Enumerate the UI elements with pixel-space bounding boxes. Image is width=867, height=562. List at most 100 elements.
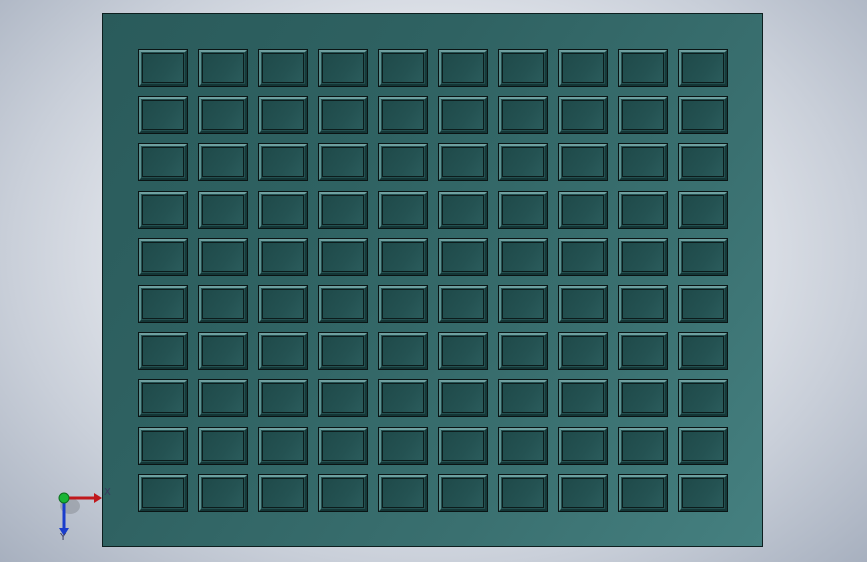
pocket-cutout[interactable] [438,238,488,276]
pocket-cutout[interactable] [678,143,728,181]
pocket-cutout[interactable] [678,474,728,512]
pocket-cutout[interactable] [198,332,248,370]
pocket-cutout[interactable] [678,427,728,465]
pocket-cutout[interactable] [618,238,668,276]
pocket-cutout[interactable] [138,379,188,417]
pocket-cutout[interactable] [198,474,248,512]
pocket-cutout[interactable] [618,143,668,181]
pocket-cutout[interactable] [378,332,428,370]
pocket-cutout[interactable] [618,49,668,87]
pocket-cutout[interactable] [438,474,488,512]
pocket-cutout[interactable] [138,143,188,181]
pocket-cutout[interactable] [438,427,488,465]
pocket-cutout[interactable] [618,191,668,229]
pocket-cutout[interactable] [258,474,308,512]
pocket-cutout[interactable] [558,427,608,465]
pocket-cutout[interactable] [318,474,368,512]
pocket-cutout[interactable] [618,379,668,417]
pocket-cutout[interactable] [438,49,488,87]
pocket-cutout[interactable] [258,143,308,181]
pocket-cutout[interactable] [258,49,308,87]
pocket-cutout[interactable] [498,379,548,417]
pocket-cutout[interactable] [318,143,368,181]
pocket-cutout[interactable] [498,96,548,134]
pocket-cutout[interactable] [498,143,548,181]
pocket-cutout[interactable] [498,285,548,323]
pocket-cutout[interactable] [138,285,188,323]
pocket-cutout[interactable] [378,191,428,229]
pocket-cutout[interactable] [558,474,608,512]
pocket-cutout[interactable] [618,332,668,370]
pocket-cutout[interactable] [198,143,248,181]
pocket-cutout[interactable] [678,332,728,370]
pocket-cutout[interactable] [378,49,428,87]
pocket-cutout[interactable] [498,49,548,87]
pocket-cutout[interactable] [438,143,488,181]
pocket-cutout[interactable] [138,238,188,276]
pocket-cutout[interactable] [678,191,728,229]
pocket-cutout[interactable] [618,285,668,323]
pocket-cutout[interactable] [318,96,368,134]
pocket-cutout[interactable] [618,474,668,512]
pocket-cutout[interactable] [438,379,488,417]
pocket-cutout[interactable] [678,49,728,87]
pocket-cutout[interactable] [558,332,608,370]
pocket-cutout[interactable] [498,191,548,229]
pocket-cutout[interactable] [498,474,548,512]
pocket-cutout[interactable] [378,96,428,134]
pocket-cutout[interactable] [558,143,608,181]
pocket-cutout[interactable] [198,427,248,465]
pocket-cutout[interactable] [378,285,428,323]
pocket-cutout[interactable] [318,238,368,276]
pocket-cutout[interactable] [198,191,248,229]
pocket-cutout[interactable] [558,191,608,229]
pocket-cutout[interactable] [498,427,548,465]
pocket-cutout[interactable] [558,49,608,87]
pocket-cutout[interactable] [378,143,428,181]
pocket-cutout[interactable] [138,427,188,465]
pocket-cutout[interactable] [258,96,308,134]
pocket-cutout[interactable] [378,379,428,417]
pocket-cutout[interactable] [438,96,488,134]
graphics-viewport[interactable]: X Y [0,0,867,562]
pocket-cutout[interactable] [378,238,428,276]
pocket-cutout[interactable] [498,332,548,370]
pocket-cutout[interactable] [198,379,248,417]
pocket-cutout[interactable] [258,238,308,276]
pocket-cutout[interactable] [258,191,308,229]
pocket-cutout[interactable] [378,474,428,512]
pocket-cutout[interactable] [378,427,428,465]
pocket-cutout[interactable] [258,427,308,465]
pocket-cutout[interactable] [318,332,368,370]
pocket-cutout[interactable] [558,379,608,417]
pocket-cutout[interactable] [138,474,188,512]
pocket-cutout[interactable] [438,191,488,229]
pocket-cutout[interactable] [558,96,608,134]
pocket-cutout[interactable] [198,285,248,323]
pocket-cutout[interactable] [678,285,728,323]
pocket-cutout[interactable] [318,49,368,87]
pocket-cutout[interactable] [138,49,188,87]
pocket-cutout[interactable] [258,379,308,417]
pocket-cutout[interactable] [438,332,488,370]
pocket-cutout[interactable] [198,238,248,276]
pocket-cutout[interactable] [258,285,308,323]
pocket-cutout[interactable] [318,191,368,229]
pocket-cutout[interactable] [678,379,728,417]
pocket-cutout[interactable] [438,285,488,323]
pocket-cutout[interactable] [138,96,188,134]
pocket-cutout[interactable] [318,285,368,323]
pocket-cutout[interactable] [678,96,728,134]
pocket-cutout[interactable] [558,285,608,323]
pocket-cutout[interactable] [138,332,188,370]
pocket-cutout[interactable] [618,96,668,134]
pocket-cutout[interactable] [258,332,308,370]
pocket-cutout[interactable] [318,427,368,465]
pocket-cutout[interactable] [558,238,608,276]
pocket-cutout[interactable] [138,191,188,229]
pocket-cutout[interactable] [498,238,548,276]
pocket-cutout[interactable] [618,427,668,465]
pocket-cutout[interactable] [198,49,248,87]
pocket-cutout[interactable] [318,379,368,417]
pocket-cutout[interactable] [198,96,248,134]
